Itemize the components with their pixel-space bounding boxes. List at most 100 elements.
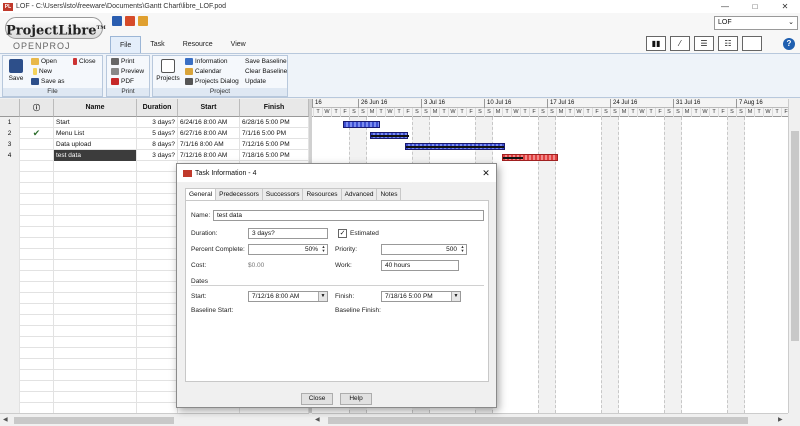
row-indicator[interactable] (20, 315, 54, 326)
row-indicator[interactable] (20, 205, 54, 216)
tab-resource[interactable]: Resource (174, 36, 222, 53)
task-name-cell[interactable] (54, 271, 137, 282)
task-name-cell[interactable] (54, 326, 137, 337)
work-field[interactable]: 40 hours (381, 260, 459, 271)
task-name-cell[interactable] (54, 359, 137, 370)
row-indicator[interactable] (20, 227, 54, 238)
task-duration-cell[interactable] (137, 381, 178, 392)
indicator-header[interactable]: ⓘ (20, 99, 54, 117)
row-number[interactable] (0, 194, 20, 205)
task-duration-cell[interactable] (137, 172, 178, 183)
name-column-header[interactable]: Name (54, 99, 137, 117)
task-name-cell[interactable] (54, 260, 137, 271)
row-indicator[interactable] (20, 282, 54, 293)
row-number[interactable]: 1 (0, 117, 20, 128)
print-button[interactable]: Print (111, 58, 134, 65)
tab-resources[interactable]: Resources (302, 188, 342, 200)
task-duration-cell[interactable] (137, 392, 178, 403)
tab-predecessors[interactable]: Predecessors (215, 188, 263, 200)
pdf-button[interactable]: PDF (111, 78, 134, 85)
row-indicator[interactable] (20, 238, 54, 249)
task-name-cell[interactable] (54, 172, 137, 183)
row-number[interactable] (0, 172, 20, 183)
row-number[interactable] (0, 227, 20, 238)
task-duration-cell[interactable] (137, 183, 178, 194)
task-name-cell[interactable] (54, 183, 137, 194)
task-start-cell[interactable]: 6/27/16 8:00 AM (178, 128, 240, 139)
task-duration-cell[interactable] (137, 216, 178, 227)
row-indicator[interactable] (20, 161, 54, 172)
save-button[interactable]: Save (6, 59, 26, 82)
tab-task[interactable]: Task (141, 36, 173, 53)
calendar-button[interactable]: Calendar (185, 68, 221, 75)
gantt-vertical-scrollbar[interactable] (788, 99, 800, 413)
start-date-dropdown-icon[interactable]: ▼ (318, 292, 327, 301)
row-indicator[interactable] (20, 392, 54, 403)
row-indicator[interactable] (20, 370, 54, 381)
row-number[interactable] (0, 238, 20, 249)
table-row[interactable]: 2 ✔ Menu List 5 days? 6/27/16 8:00 AM 7/1/16 … (0, 128, 309, 139)
task-name-cell[interactable] (54, 392, 137, 403)
task-duration-cell[interactable]: 8 days? (137, 139, 178, 150)
task-finish-cell[interactable]: 7/12/16 5:00 PM (240, 139, 309, 150)
row-number[interactable] (0, 205, 20, 216)
finish-column-header[interactable]: Finish (240, 99, 309, 117)
estimated-checkbox[interactable]: ✓ (338, 229, 347, 238)
tab-successors[interactable]: Successors (261, 188, 304, 200)
row-number[interactable] (0, 216, 20, 227)
task-name-cell[interactable] (54, 293, 137, 304)
table-row[interactable]: 1 Start 3 days? 6/24/16 8:00 AM 6/28/16 5:00… (0, 117, 309, 128)
finish-date-dropdown-icon[interactable]: ▼ (451, 292, 460, 301)
priority-field[interactable]: 500 ▲ ▼ (381, 244, 467, 255)
task-name-cell[interactable] (54, 315, 137, 326)
task-duration-cell[interactable]: 3 days? (137, 150, 178, 161)
row-number[interactable] (0, 348, 20, 359)
task-duration-cell[interactable] (137, 359, 178, 370)
task-duration-cell[interactable] (137, 282, 178, 293)
task-name-cell[interactable]: Menu List (54, 128, 137, 139)
task-name-cell[interactable] (54, 348, 137, 359)
task-duration-cell[interactable] (137, 370, 178, 381)
quick-redo-icon[interactable] (138, 16, 148, 26)
row-number[interactable] (0, 315, 20, 326)
row-indicator[interactable] (20, 271, 54, 282)
histogram-view-icon[interactable]: ▮▮ (646, 36, 666, 51)
task-duration-cell[interactable] (137, 205, 178, 216)
maximize-button[interactable]: □ (740, 0, 770, 13)
row-number[interactable]: 2 (0, 128, 20, 139)
row-number[interactable] (0, 359, 20, 370)
row-number[interactable] (0, 293, 20, 304)
open-button[interactable]: Open (31, 58, 57, 65)
task-duration-cell[interactable] (137, 337, 178, 348)
start-date-field[interactable]: 7/12/16 8:00 AM ▼ (248, 291, 328, 302)
close-button[interactable]: Close (73, 58, 96, 65)
help-icon[interactable]: ? (783, 38, 795, 50)
task-duration-cell[interactable] (137, 304, 178, 315)
tab-advanced[interactable]: Advanced (340, 188, 378, 200)
row-indicator[interactable] (20, 216, 54, 227)
row-indicator[interactable] (20, 326, 54, 337)
task-name-cell[interactable] (54, 194, 137, 205)
row-indicator[interactable] (20, 194, 54, 205)
gantt-scroll-right-icon[interactable]: ▶ (778, 416, 783, 423)
row-indicator[interactable] (20, 139, 54, 150)
row-number[interactable] (0, 271, 20, 282)
task-duration-cell[interactable] (137, 260, 178, 271)
row-indicator[interactable] (20, 150, 54, 161)
table-row[interactable]: 4 test data 3 days? 7/12/16 8:00 AM 7/18/16 … (0, 150, 309, 161)
tab-view[interactable]: View (222, 36, 255, 53)
gantt-scroll-thumb[interactable] (328, 417, 748, 424)
row-indicator[interactable] (20, 172, 54, 183)
task-start-cell[interactable]: 7/1/16 8:00 AM (178, 139, 240, 150)
row-indicator[interactable] (20, 260, 54, 271)
tab-file[interactable]: File (110, 36, 142, 53)
task-name-cell[interactable] (54, 216, 137, 227)
row-indicator[interactable] (20, 117, 54, 128)
task-duration-cell[interactable] (137, 238, 178, 249)
task-duration-cell[interactable] (137, 227, 178, 238)
percent-spinner-icon[interactable]: ▲ ▼ (320, 245, 327, 254)
information-button[interactable]: Information (185, 58, 228, 65)
task-duration-cell[interactable] (137, 293, 178, 304)
row-indicator[interactable] (20, 293, 54, 304)
gantt-bar-test-data[interactable] (502, 154, 558, 161)
